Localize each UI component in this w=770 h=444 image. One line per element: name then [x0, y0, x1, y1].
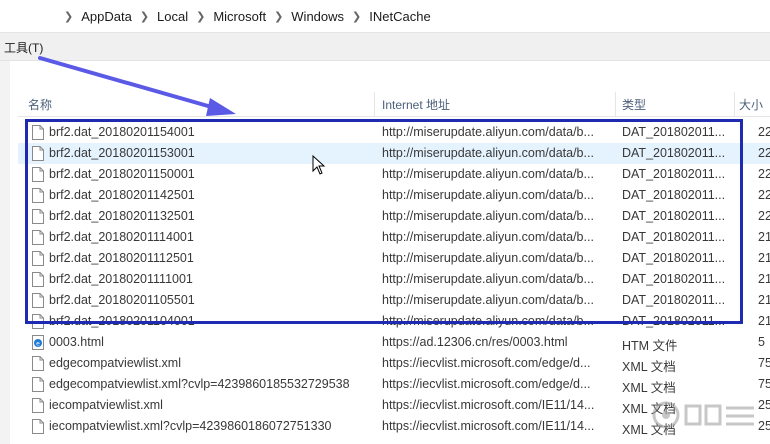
file-name: edgecompatviewlist.xml [49, 356, 181, 370]
column-divider[interactable] [615, 92, 616, 116]
file-type: XML 文档 [622, 360, 676, 374]
file-row[interactable]: e 0003.html https://ad.12306.cn/res/0003.h… [18, 332, 770, 353]
file-size: 22 [758, 209, 770, 223]
xml-file-icon [32, 419, 44, 434]
address-bar[interactable]: ❯ AppData ❯ Local ❯ Microsoft ❯ Windows … [0, 0, 770, 33]
file-type: XML 文档 [622, 381, 676, 395]
file-row[interactable]: edgecompatviewlist.xml https://iecvlist.m… [18, 353, 770, 374]
crumb-inetcache[interactable]: INetCache [369, 9, 430, 24]
xml-file-icon [32, 377, 44, 392]
column-header: 名称 Internet 地址 类型 大小 [18, 92, 770, 117]
file-size: 22 [758, 167, 770, 181]
internet-address: https://ad.12306.cn/res/0003.html [382, 335, 568, 349]
chevron-right-icon[interactable]: ❯ [64, 10, 73, 23]
column-header-name[interactable]: 名称 [28, 96, 52, 116]
chevron-right-icon[interactable]: ❯ [274, 10, 283, 23]
file-name: 0003.html [49, 335, 104, 349]
file-size: 5 [758, 335, 765, 349]
xml-file-icon [32, 398, 44, 413]
file-type: HTM 文件 [622, 339, 678, 353]
navigation-pane-edge [0, 61, 10, 444]
file-size: 21 [758, 293, 770, 307]
file-size: 75 [758, 356, 770, 370]
chevron-right-icon[interactable]: ❯ [352, 10, 361, 23]
file-row[interactable]: edgecompatviewlist.xml?cvlp=423986018553… [18, 374, 770, 395]
file-size: 22 [758, 188, 770, 202]
file-name: iecompatviewlist.xml?cvlp=42398601860727… [49, 419, 332, 433]
file-size: 75 [758, 377, 770, 391]
column-header-url[interactable]: Internet 地址 [382, 96, 450, 116]
menu-bar: 工具(T) [0, 33, 770, 61]
crumb-appdata[interactable]: AppData [81, 9, 132, 24]
file-name: iecompatviewlist.xml [49, 398, 163, 412]
mouse-cursor-icon [312, 155, 326, 175]
internet-address: https://iecvlist.microsoft.com/edge/d... [382, 377, 591, 391]
internet-address: https://iecvlist.microsoft.com/edge/d... [382, 356, 591, 370]
file-size: 21 [758, 314, 770, 328]
file-size: 21 [758, 251, 770, 265]
file-size: 21 [758, 230, 770, 244]
svg-text:e: e [36, 341, 40, 348]
file-size: 21 [758, 272, 770, 286]
file-size: 22 [758, 125, 770, 139]
crumb-windows[interactable]: Windows [291, 9, 344, 24]
breadcrumb: ❯ AppData ❯ Local ❯ Microsoft ❯ Windows … [56, 0, 431, 32]
internet-address: https://iecvlist.microsoft.com/IE11/14..… [382, 419, 595, 433]
internet-address: https://iecvlist.microsoft.com/IE11/14..… [382, 398, 595, 412]
menu-tools[interactable]: 工具(T) [4, 39, 43, 56]
column-header-size[interactable]: 大小 [739, 96, 763, 116]
file-size: 22 [758, 146, 770, 160]
watermark-logo-icon [652, 401, 754, 429]
crumb-microsoft[interactable]: Microsoft [213, 9, 266, 24]
column-divider[interactable] [734, 92, 735, 116]
chevron-right-icon[interactable]: ❯ [196, 10, 205, 23]
annotation-rectangle [25, 119, 743, 324]
xml-file-icon [32, 356, 44, 371]
column-divider[interactable] [374, 92, 375, 116]
column-header-type[interactable]: 类型 [622, 96, 646, 116]
crumb-local[interactable]: Local [157, 9, 188, 24]
file-name: edgecompatviewlist.xml?cvlp=423986018553… [49, 377, 350, 391]
html-file-icon: e [32, 335, 44, 350]
chevron-right-icon[interactable]: ❯ [140, 10, 149, 23]
